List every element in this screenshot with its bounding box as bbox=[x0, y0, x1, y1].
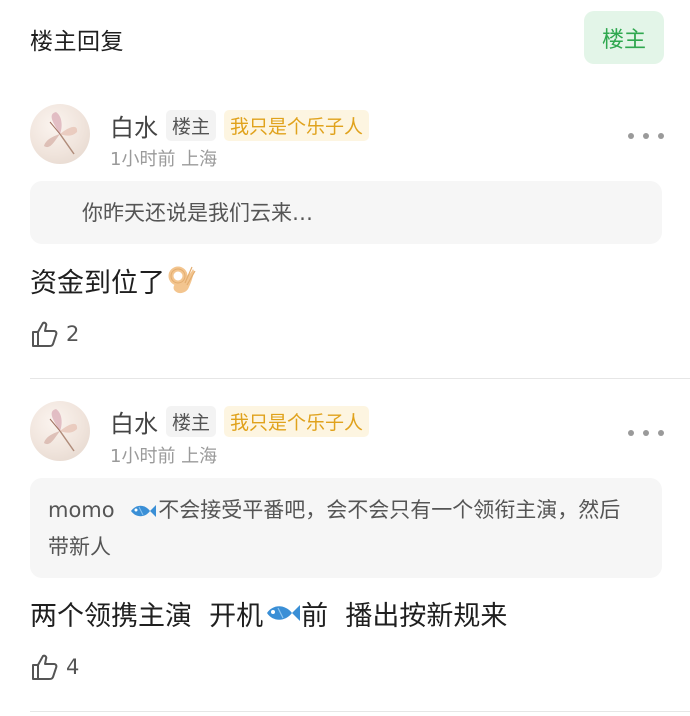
like-button[interactable]: 4 bbox=[30, 651, 79, 683]
op-only-filter-button[interactable]: 楼主 bbox=[584, 11, 664, 64]
quoted-text: momo 不会接受平番吧，会不会只有一个领衔主演，然后带新人 bbox=[48, 492, 638, 566]
page-title: 楼主回复 bbox=[30, 29, 124, 55]
reply-content: 资金到位了 bbox=[30, 260, 197, 300]
reply-text-part2: 前 播出按新规来 bbox=[301, 600, 508, 632]
ok-hand-emoji-icon bbox=[168, 266, 196, 294]
op-badge: 楼主 bbox=[166, 405, 217, 437]
op-badge: 楼主 bbox=[166, 109, 217, 141]
user-name-row: 白水 楼主 我只是个乐子人 bbox=[110, 108, 370, 143]
fish-icon bbox=[267, 605, 301, 621]
like-count: 4 bbox=[66, 655, 80, 679]
avatar[interactable] bbox=[30, 104, 90, 164]
flower-avatar-icon bbox=[44, 409, 78, 452]
thumbs-up-icon bbox=[32, 321, 58, 347]
user-name[interactable]: 白水 bbox=[110, 404, 158, 439]
reply-text-part1: 两个领携主演 开机 bbox=[30, 600, 264, 632]
post-meta: 1小时前 上海 bbox=[110, 149, 218, 170]
flower-avatar-icon bbox=[44, 112, 78, 155]
like-button[interactable]: 2 bbox=[30, 318, 79, 350]
header-bar: 楼主回复 楼主 bbox=[0, 0, 690, 76]
more-options-icon[interactable] bbox=[628, 126, 664, 146]
divider bbox=[30, 711, 690, 712]
quoted-comment[interactable]: 你昨天还说是我们云来… bbox=[30, 181, 662, 244]
user-name[interactable]: 白水 bbox=[110, 108, 158, 143]
reply-text: 资金到位了 bbox=[30, 267, 165, 299]
more-options-icon[interactable] bbox=[628, 423, 664, 443]
reply-content: 两个领携主演 开机 前 播出按新规来 bbox=[30, 593, 507, 633]
quoted-text: 你昨天还说是我们云来… bbox=[82, 201, 313, 225]
avatar[interactable] bbox=[30, 401, 90, 461]
like-count: 2 bbox=[66, 322, 80, 346]
fish-icon bbox=[131, 505, 157, 517]
quoted-comment[interactable]: momo 不会接受平番吧，会不会只有一个领衔主演，然后带新人 bbox=[30, 478, 662, 578]
divider bbox=[30, 378, 690, 379]
title-badge: 我只是个乐子人 bbox=[224, 405, 370, 437]
post-meta: 1小时前 上海 bbox=[110, 446, 218, 467]
thumbs-up-icon bbox=[32, 654, 58, 680]
user-name-row: 白水 楼主 我只是个乐子人 bbox=[110, 404, 370, 439]
quoted-user: momo bbox=[48, 498, 115, 522]
title-badge: 我只是个乐子人 bbox=[224, 109, 370, 141]
